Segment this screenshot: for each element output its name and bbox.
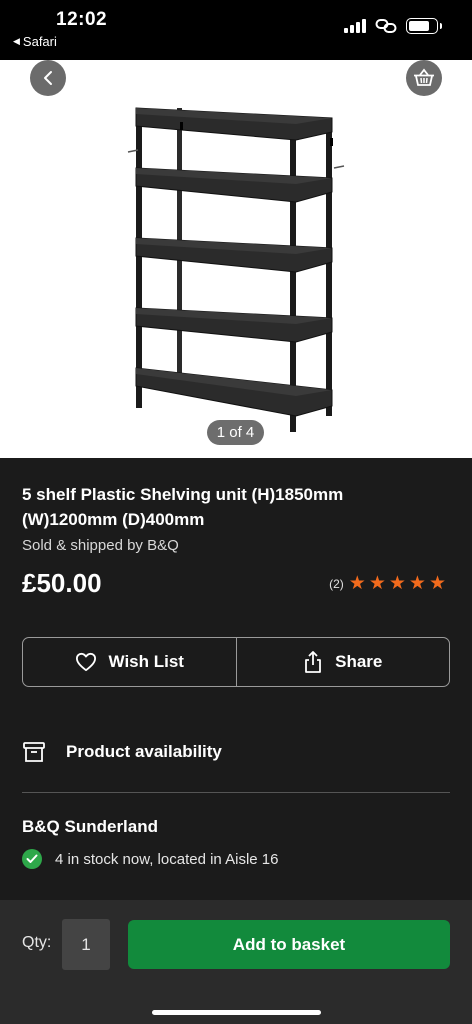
product-price: £50.00 bbox=[22, 568, 102, 598]
back-button[interactable] bbox=[30, 60, 66, 96]
back-to-app-link[interactable]: ◀ Safari bbox=[13, 34, 57, 49]
star-icon: ★ bbox=[388, 573, 406, 594]
signal-icon bbox=[344, 19, 366, 33]
wish-list-button[interactable]: Wish List bbox=[23, 638, 236, 686]
status-icons bbox=[344, 18, 442, 34]
product-availability-header[interactable]: Product availability bbox=[22, 740, 450, 764]
rating-count: (2) bbox=[329, 576, 344, 591]
availability-label: Product availability bbox=[66, 742, 222, 761]
basket-button[interactable] bbox=[406, 60, 442, 96]
star-icon: ★ bbox=[348, 573, 366, 594]
heart-icon bbox=[75, 652, 96, 672]
star-icon: ★ bbox=[368, 573, 386, 594]
star-icon: ★ bbox=[428, 573, 446, 594]
purchase-bar: Qty: 1 Add to basket bbox=[0, 900, 472, 1024]
add-to-basket-button[interactable]: Add to basket bbox=[128, 920, 450, 969]
home-indicator[interactable] bbox=[152, 1010, 321, 1015]
link-icon bbox=[375, 19, 397, 33]
battery-icon bbox=[406, 18, 442, 34]
back-triangle-icon: ◀ bbox=[13, 36, 20, 46]
product-gallery[interactable]: 1 of 4 bbox=[0, 60, 472, 458]
star-icon: ★ bbox=[408, 573, 426, 594]
back-app-label: Safari bbox=[22, 34, 57, 49]
product-actions: Wish List Share bbox=[22, 637, 450, 687]
stock-status: 4 in stock now, located in Aisle 16 bbox=[22, 849, 278, 869]
share-label: Share bbox=[335, 652, 383, 671]
gallery-page-indicator: 1 of 4 bbox=[207, 420, 264, 445]
divider bbox=[22, 792, 450, 793]
product-title: 5 shelf Plastic Shelving unit (H)1850mm … bbox=[22, 485, 344, 529]
share-button[interactable]: Share bbox=[235, 638, 450, 686]
status-time: 12:02 bbox=[56, 9, 108, 30]
seller-info: Sold & shipped by B&Q bbox=[22, 537, 179, 554]
product-rating[interactable]: (2) ★ ★ ★ ★ ★ bbox=[329, 574, 446, 593]
stock-text: 4 in stock now, located in Aisle 16 bbox=[55, 850, 279, 868]
quantity-label: Qty: bbox=[22, 934, 52, 951]
check-circle-icon bbox=[22, 849, 42, 869]
archive-box-icon bbox=[23, 742, 45, 762]
quantity-input[interactable]: 1 bbox=[62, 919, 110, 970]
product-image bbox=[127, 107, 345, 432]
status-bar: 12:02 ◀ Safari bbox=[0, 0, 472, 60]
basket-icon bbox=[414, 68, 434, 86]
share-icon bbox=[305, 651, 322, 673]
store-name: B&Q Sunderland bbox=[22, 817, 159, 836]
chevron-left-icon bbox=[44, 71, 52, 85]
wish-list-label: Wish List bbox=[108, 652, 184, 671]
